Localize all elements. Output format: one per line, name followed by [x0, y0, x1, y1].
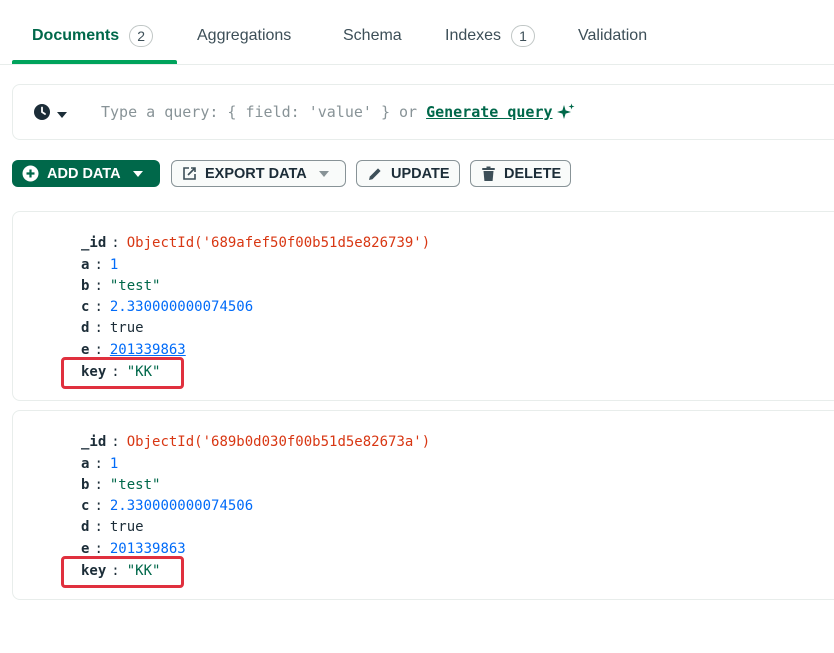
field-row-d: d: true — [81, 318, 144, 338]
document-count-badge: 2 — [129, 25, 154, 47]
field-name: _id — [81, 434, 107, 450]
pencil-icon — [367, 166, 383, 182]
tab-documents[interactable]: Documents 2 — [32, 24, 154, 48]
tab-validation[interactable]: Validation — [578, 24, 647, 48]
field-row-id: _id: ObjectId('689b0d030f00b51d5e82673a') — [81, 432, 430, 452]
field-name: e — [81, 342, 90, 358]
field-name: d — [81, 519, 90, 535]
field-name: a — [81, 456, 90, 472]
field-value: true — [109, 519, 144, 535]
field-name: b — [81, 477, 90, 493]
field-name: c — [81, 299, 90, 315]
add-data-label: ADD DATA — [47, 165, 121, 182]
tab-aggregations[interactable]: Aggregations — [197, 24, 291, 48]
export-icon — [182, 166, 197, 181]
field-name: _id — [81, 235, 107, 251]
field-name: e — [81, 541, 90, 557]
colon: : — [94, 541, 103, 557]
highlight-box — [61, 357, 184, 389]
field-row-b: b: "test" — [81, 475, 160, 495]
field-row-b: b: "test" — [81, 276, 160, 296]
sparkle-icon — [556, 103, 575, 121]
field-name: c — [81, 498, 90, 514]
field-value: 2.330000000074506 — [109, 299, 254, 315]
document-card[interactable]: _id: ObjectId('689afef50f00b51d5e826739')… — [12, 211, 834, 401]
export-data-label: EXPORT DATA — [205, 165, 307, 182]
colon: : — [94, 278, 103, 294]
delete-label: DELETE — [504, 165, 562, 182]
index-count-badge: 1 — [511, 25, 536, 47]
colon: : — [94, 519, 103, 535]
delete-button[interactable]: DELETE — [470, 160, 571, 187]
colon: : — [111, 434, 120, 450]
field-value: 1 — [109, 456, 119, 472]
update-label: UPDATE — [391, 165, 450, 182]
colon: : — [94, 299, 103, 315]
tab-label: Documents — [32, 27, 120, 44]
export-data-button[interactable]: EXPORT DATA — [171, 160, 346, 187]
trash-icon — [481, 166, 496, 182]
tab-label: Validation — [578, 27, 648, 44]
query-bar: Type a query: { field: 'value' } or Gene… — [12, 84, 834, 140]
tab-label: Schema — [343, 27, 402, 44]
field-value: ObjectId('689b0d030f00b51d5e82673a') — [126, 434, 431, 450]
document-card[interactable]: _id: ObjectId('689b0d030f00b51d5e82673a')… — [12, 410, 834, 600]
colon: : — [94, 456, 103, 472]
field-name: a — [81, 257, 90, 273]
field-row-c: c:2.330000000074506 — [81, 297, 253, 317]
field-name: d — [81, 320, 90, 336]
generate-query-link[interactable]: Generate query — [426, 103, 552, 121]
field-row-c: c:2.330000000074506 — [81, 496, 253, 516]
colon: : — [94, 477, 103, 493]
caret-down-icon — [132, 170, 143, 177]
field-value: 1 — [109, 257, 119, 273]
field-row-a: a:1 — [81, 255, 118, 275]
field-value: 201339863 — [109, 342, 186, 358]
field-value: true — [109, 320, 144, 336]
add-data-button[interactable]: ADD DATA — [12, 160, 160, 187]
field-value: ObjectId('689afef50f00b51d5e826739') — [126, 235, 431, 251]
plus-circle-icon — [22, 165, 39, 182]
colon: : — [94, 498, 103, 514]
update-button[interactable]: UPDATE — [356, 160, 460, 187]
field-value: 2.330000000074506 — [109, 498, 254, 514]
field-row-id: _id: ObjectId('689afef50f00b51d5e826739') — [81, 233, 430, 253]
field-row-a: a:1 — [81, 454, 118, 474]
colon: : — [94, 257, 103, 273]
tab-label: Aggregations — [197, 27, 292, 44]
colon: : — [111, 235, 120, 251]
caret-down-icon — [57, 111, 67, 118]
query-history-button[interactable] — [33, 103, 67, 126]
field-row-d: d: true — [81, 517, 144, 537]
colon: : — [94, 320, 103, 336]
colon: : — [94, 342, 103, 358]
query-placeholder: Type a query: { field: 'value' } or — [101, 103, 418, 121]
clock-icon — [33, 103, 51, 126]
tab-bar: Documents 2 Aggregations Schema Indexes … — [0, 0, 834, 65]
query-input[interactable]: Type a query: { field: 'value' } or Gene… — [101, 103, 575, 121]
field-value: 201339863 — [109, 541, 186, 557]
field-name: b — [81, 278, 90, 294]
caret-down-icon — [318, 170, 329, 177]
field-value: "test" — [109, 477, 161, 493]
active-tab-indicator — [12, 60, 177, 64]
tab-label: Indexes — [445, 27, 502, 44]
field-value: "test" — [109, 278, 161, 294]
tab-schema[interactable]: Schema — [343, 24, 402, 48]
highlight-box — [61, 556, 184, 588]
tab-indexes[interactable]: Indexes 1 — [445, 24, 536, 48]
